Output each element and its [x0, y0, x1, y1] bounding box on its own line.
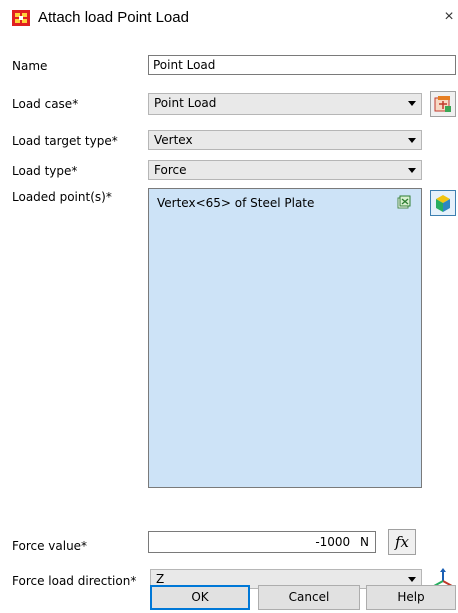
- app-logo-icon: [12, 10, 30, 26]
- close-button[interactable]: ×: [440, 7, 458, 27]
- window-title: Attach load Point Load: [38, 9, 189, 26]
- chevron-down-icon: [408, 168, 416, 173]
- load-type-value: Force: [154, 163, 187, 177]
- load-case-dropdown[interactable]: Point Load: [148, 93, 422, 115]
- help-button[interactable]: Help: [366, 585, 456, 610]
- ok-button[interactable]: OK: [150, 585, 250, 610]
- load-type-label: Load type*: [12, 164, 78, 178]
- direction-label: Force load direction*: [12, 574, 137, 588]
- load-target-value: Vertex: [154, 133, 193, 147]
- list-item[interactable]: Vertex<65> of Steel Plate: [157, 196, 314, 210]
- select-3d-icon: [436, 195, 450, 212]
- cancel-button[interactable]: Cancel: [258, 585, 360, 610]
- name-label: Name: [12, 59, 48, 73]
- title-bar: Attach load Point Load ×: [0, 0, 458, 36]
- load-case-button[interactable]: [430, 91, 456, 117]
- load-case-value: Point Load: [154, 96, 217, 110]
- select-geometry-button[interactable]: [430, 190, 456, 216]
- chevron-down-icon: [408, 138, 416, 143]
- loaded-points-list[interactable]: Vertex<65> of Steel Plate: [148, 188, 422, 488]
- chevron-down-icon: [408, 577, 416, 582]
- clear-selection-icon[interactable]: [397, 195, 411, 209]
- loaded-points-label: Loaded point(s)*: [12, 190, 112, 204]
- fx-button[interactable]: fx: [388, 529, 416, 555]
- force-value: -1000: [315, 535, 351, 549]
- load-case-label: Load case*: [12, 97, 79, 111]
- direction-value: Z: [156, 572, 165, 586]
- load-type-dropdown[interactable]: Force: [148, 160, 422, 180]
- force-value-input[interactable]: -1000 N: [148, 531, 376, 553]
- load-case-icon: [434, 96, 451, 112]
- chevron-down-icon: [408, 101, 416, 106]
- load-target-label: Load target type*: [12, 134, 118, 148]
- force-unit: N: [360, 535, 369, 549]
- load-target-dropdown[interactable]: Vertex: [148, 130, 422, 150]
- force-value-label: Force value*: [12, 539, 88, 553]
- name-input[interactable]: Point Load: [148, 55, 456, 75]
